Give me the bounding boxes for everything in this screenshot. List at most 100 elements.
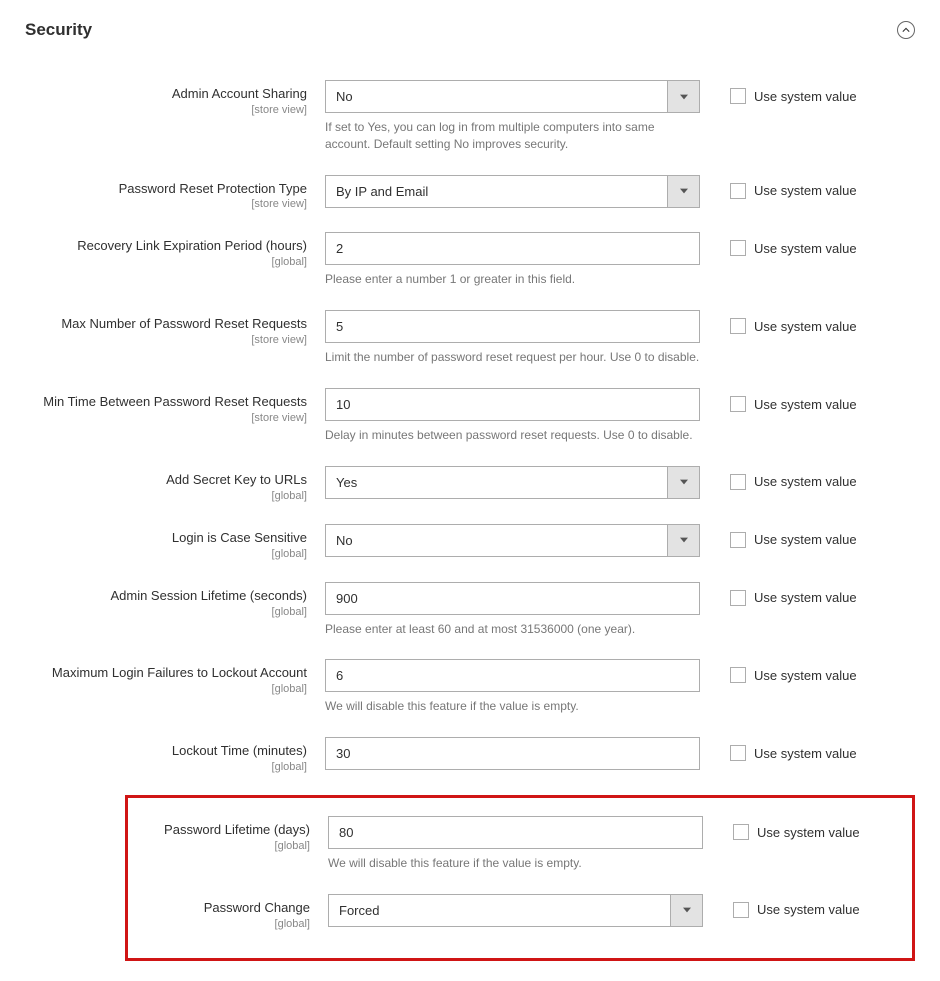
session-lifetime-input[interactable] [325, 582, 700, 615]
label-col: Password Reset Protection Type [store vi… [25, 175, 325, 211]
control-col: We will disable this feature if the valu… [328, 816, 703, 872]
field-password-change: Password Change [global] Use system valu… [128, 894, 912, 930]
use-system-value-label[interactable]: Use system value [757, 825, 860, 840]
field-label: Max Number of Password Reset Requests [25, 316, 307, 333]
use-system-value-checkbox[interactable] [730, 240, 746, 256]
select-wrap [328, 894, 703, 927]
use-system-value-checkbox[interactable] [730, 88, 746, 104]
chevron-up-icon [902, 26, 910, 34]
field-session-lifetime: Admin Session Lifetime (seconds) [global… [25, 582, 915, 638]
use-system-value-checkbox[interactable] [730, 318, 746, 334]
use-system-value-checkbox[interactable] [730, 745, 746, 761]
field-note: Please enter at least 60 and at most 315… [325, 621, 700, 638]
field-label: Admin Account Sharing [25, 86, 307, 103]
label-col: Login is Case Sensitive [global] [25, 524, 325, 560]
use-system-value-checkbox[interactable] [730, 532, 746, 548]
password-change-select[interactable] [328, 894, 703, 927]
field-scope: [store view] [25, 334, 307, 346]
use-system-value-label[interactable]: Use system value [754, 668, 857, 683]
select-wrap [325, 524, 700, 557]
field-label: Password Lifetime (days) [128, 822, 310, 839]
use-system-value-label[interactable]: Use system value [754, 241, 857, 256]
system-col: Use system value [700, 524, 857, 548]
field-note: We will disable this feature if the valu… [325, 698, 700, 715]
field-label: Admin Session Lifetime (seconds) [25, 588, 307, 605]
field-admin-account-sharing: Admin Account Sharing [store view] If se… [25, 80, 915, 153]
field-password-reset-protection: Password Reset Protection Type [store vi… [25, 175, 915, 211]
control-col [325, 175, 700, 208]
password-reset-protection-select[interactable] [325, 175, 700, 208]
system-col: Use system value [703, 894, 860, 918]
highlight-box: Password Lifetime (days) [global] We wil… [125, 795, 915, 961]
control-col: If set to Yes, you can log in from multi… [325, 80, 700, 153]
control-col: Please enter at least 60 and at most 315… [325, 582, 700, 638]
control-col [325, 466, 700, 499]
login-case-sensitive-select[interactable] [325, 524, 700, 557]
select-wrap [325, 466, 700, 499]
field-scope: [store view] [25, 412, 307, 424]
use-system-value-label[interactable]: Use system value [754, 183, 857, 198]
field-scope: [store view] [25, 198, 307, 210]
field-label: Add Secret Key to URLs [25, 472, 307, 489]
system-col: Use system value [700, 466, 857, 490]
add-secret-key-select[interactable] [325, 466, 700, 499]
control-col: Please enter a number 1 or greater in th… [325, 232, 700, 288]
use-system-value-checkbox[interactable] [730, 590, 746, 606]
field-note: Please enter a number 1 or greater in th… [325, 271, 700, 288]
use-system-value-label[interactable]: Use system value [754, 319, 857, 334]
min-time-between-input[interactable] [325, 388, 700, 421]
select-wrap [325, 175, 700, 208]
label-col: Min Time Between Password Reset Requests… [25, 388, 325, 424]
use-system-value-label[interactable]: Use system value [754, 474, 857, 489]
label-col: Admin Account Sharing [store view] [25, 80, 325, 116]
select-wrap [325, 80, 700, 113]
field-scope: [global] [25, 256, 307, 268]
recovery-link-expiration-input[interactable] [325, 232, 700, 265]
system-col: Use system value [700, 80, 857, 104]
use-system-value-checkbox[interactable] [730, 474, 746, 490]
section-header: Security [25, 20, 915, 40]
control-col: We will disable this feature if the valu… [325, 659, 700, 715]
field-password-lifetime: Password Lifetime (days) [global] We wil… [128, 816, 912, 872]
label-col: Password Lifetime (days) [global] [128, 816, 328, 852]
use-system-value-checkbox[interactable] [730, 667, 746, 683]
field-label: Min Time Between Password Reset Requests [25, 394, 307, 411]
use-system-value-checkbox[interactable] [733, 902, 749, 918]
field-note: Delay in minutes between password reset … [325, 427, 700, 444]
field-scope: [global] [25, 606, 307, 618]
system-col: Use system value [700, 175, 857, 199]
field-note: Limit the number of password reset reque… [325, 349, 700, 366]
control-col [325, 737, 700, 770]
use-system-value-label[interactable]: Use system value [754, 89, 857, 104]
label-col: Recovery Link Expiration Period (hours) … [25, 232, 325, 268]
system-col: Use system value [700, 582, 857, 606]
collapse-toggle[interactable] [897, 21, 915, 39]
password-lifetime-input[interactable] [328, 816, 703, 849]
field-label: Password Change [128, 900, 310, 917]
field-lockout-time: Lockout Time (minutes) [global] Use syst… [25, 737, 915, 773]
admin-account-sharing-select[interactable] [325, 80, 700, 113]
use-system-value-checkbox[interactable] [730, 183, 746, 199]
lockout-time-input[interactable] [325, 737, 700, 770]
label-col: Admin Session Lifetime (seconds) [global… [25, 582, 325, 618]
field-label: Maximum Login Failures to Lockout Accoun… [25, 665, 307, 682]
field-scope: [global] [25, 548, 307, 560]
use-system-value-label[interactable]: Use system value [754, 532, 857, 547]
use-system-value-label[interactable]: Use system value [757, 902, 860, 917]
field-min-time-between: Min Time Between Password Reset Requests… [25, 388, 915, 444]
field-note: We will disable this feature if the valu… [328, 855, 703, 872]
control-col: Delay in minutes between password reset … [325, 388, 700, 444]
label-col: Max Number of Password Reset Requests [s… [25, 310, 325, 346]
use-system-value-label[interactable]: Use system value [754, 397, 857, 412]
system-col: Use system value [703, 816, 860, 840]
use-system-value-label[interactable]: Use system value [754, 746, 857, 761]
max-password-reset-input[interactable] [325, 310, 700, 343]
system-col: Use system value [700, 737, 857, 761]
label-col: Maximum Login Failures to Lockout Accoun… [25, 659, 325, 695]
field-scope: [global] [25, 683, 307, 695]
field-scope: [store view] [25, 104, 307, 116]
use-system-value-label[interactable]: Use system value [754, 590, 857, 605]
use-system-value-checkbox[interactable] [730, 396, 746, 412]
max-login-failures-input[interactable] [325, 659, 700, 692]
use-system-value-checkbox[interactable] [733, 824, 749, 840]
